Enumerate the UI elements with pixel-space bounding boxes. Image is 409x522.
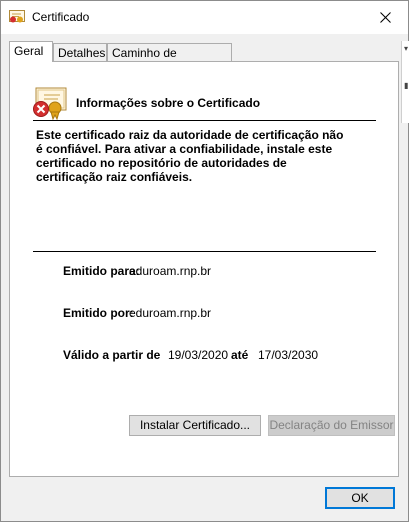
- valid-to-value: 17/03/2030: [258, 348, 319, 362]
- tab-caminho-de-certificacao[interactable]: Caminho de Certificação: [107, 43, 232, 79]
- certificate-dialog: Certificado ▾ ▮ Geral Detalhes Caminho d…: [0, 0, 409, 522]
- close-button[interactable]: [362, 1, 408, 34]
- valid-from-value: 19/03/2020: [168, 348, 229, 362]
- certificate-info-title: Informações sobre o Certificado: [76, 96, 261, 110]
- issued-by-label: Emitido por:: [63, 306, 134, 320]
- ok-button[interactable]: OK: [325, 487, 395, 509]
- valid-to-label: até: [231, 348, 249, 362]
- untrusted-certificate-icon: [32, 86, 68, 121]
- certificate-app-icon: [9, 10, 25, 24]
- middle-divider: [33, 251, 376, 252]
- install-certificate-button[interactable]: Instalar Certificado...: [129, 415, 261, 436]
- valid-from-label: Válido a partir de: [63, 348, 161, 362]
- issued-to-value: eduroam.rnp.br: [129, 264, 212, 278]
- tab-geral[interactable]: Geral: [9, 41, 53, 62]
- general-tab-panel: Informações sobre o Certificado Este cer…: [9, 61, 399, 477]
- issued-by-value: eduroam.rnp.br: [129, 306, 212, 320]
- issuer-statement-button[interactable]: Declaração do Emissor: [268, 415, 395, 436]
- top-divider: [33, 120, 376, 121]
- tab-detalhes[interactable]: Detalhes: [53, 43, 107, 62]
- close-icon: [379, 12, 391, 23]
- title-bar: Certificado: [1, 1, 408, 34]
- background-window-edge: ▾ ▮: [401, 41, 409, 123]
- window-title: Certificado: [32, 10, 90, 24]
- untrusted-root-warning: Este certificado raiz da autoridade de c…: [36, 128, 344, 184]
